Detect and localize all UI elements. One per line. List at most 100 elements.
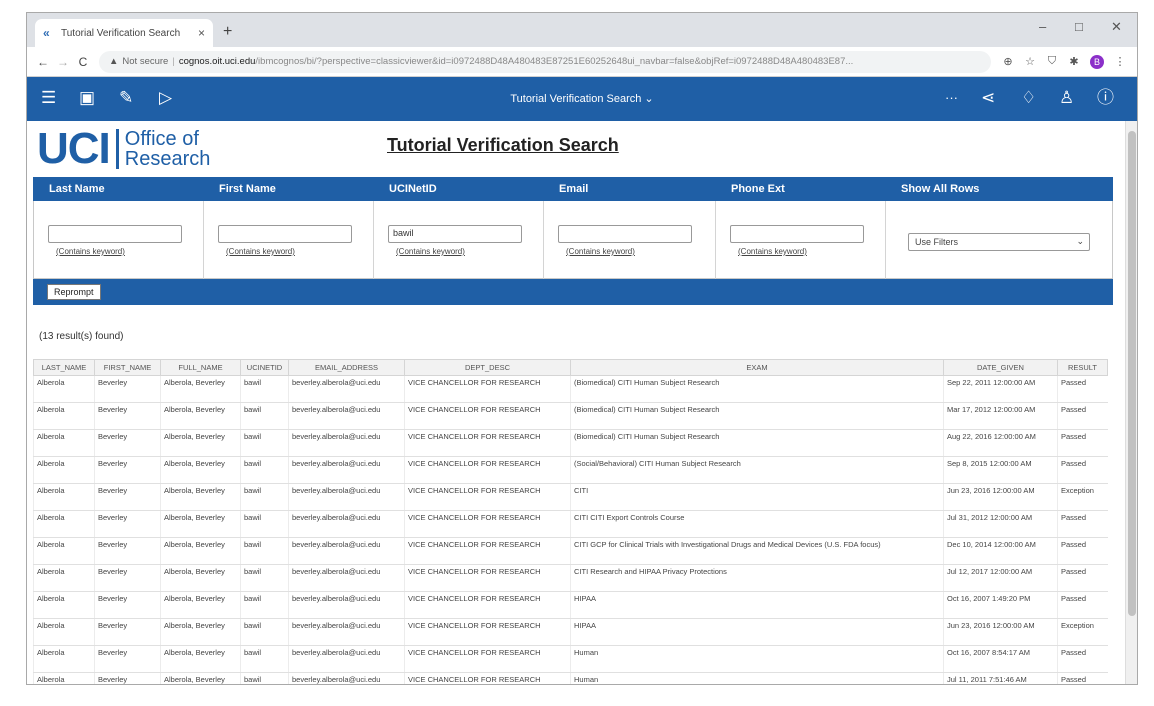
table-cell: Beverley	[94, 510, 161, 538]
browser-window: « Tutorial Verification Search × + – □ ✕…	[26, 12, 1138, 685]
table-cell: VICE CHANCELLOR FOR RESEARCH	[404, 564, 571, 592]
column-header: EXAM	[570, 359, 944, 376]
table-cell: bawil	[240, 483, 289, 511]
tab-close-icon[interactable]: ×	[198, 26, 205, 40]
table-cell: Alberola	[33, 510, 95, 538]
table-cell: Alberola	[33, 483, 95, 511]
restore-button[interactable]: □	[1075, 19, 1083, 34]
table-cell: Sep 22, 2011 12:00:00 AM	[943, 375, 1058, 403]
back-icon[interactable]: ←	[33, 55, 53, 69]
table-cell: Jul 31, 2012 12:00:00 AM	[943, 510, 1058, 538]
filter-cell-last-name: (Contains keyword)	[34, 201, 204, 279]
phone-ext-input[interactable]	[730, 225, 864, 243]
cognos-favicon-icon: «	[43, 26, 50, 40]
logo-line2: Research	[124, 148, 211, 170]
table-cell: Passed	[1057, 591, 1108, 619]
logo-line1: Office of	[124, 128, 199, 150]
table-cell: VICE CHANCELLOR FOR RESEARCH	[404, 537, 571, 565]
last-name-input[interactable]	[48, 225, 182, 243]
table-cell: bawil	[240, 672, 289, 684]
address-bar[interactable]: ▲ Not secure | cognos.oit.uci.edu /ibmco…	[99, 50, 991, 73]
table-cell: beverley.alberola@uci.edu	[288, 564, 405, 592]
help-icon[interactable]: ⓘ	[1097, 88, 1114, 108]
notifications-bell-icon[interactable]: ♢	[1021, 88, 1036, 108]
table-row: Alberola Beverley Alberola, Beverley bawil b…	[33, 510, 1108, 538]
share-icon[interactable]: ⋖	[981, 88, 995, 108]
table-row: Alberola Beverley Alberola, Beverley bawil b…	[33, 483, 1108, 511]
column-header: DEPT_DESC	[404, 359, 571, 376]
table-cell: Dec 10, 2014 12:00:00 AM	[943, 537, 1058, 565]
bookmark-star-icon[interactable]: ☆	[1019, 55, 1041, 68]
profile-avatar[interactable]: B	[1090, 54, 1104, 69]
table-cell: beverley.alberola@uci.edu	[288, 537, 405, 565]
table-cell: Passed	[1057, 375, 1108, 403]
table-cell: Jun 23, 2016 12:00:00 AM	[943, 618, 1058, 646]
warning-icon: ▲	[109, 56, 119, 67]
extensions-puzzle-icon[interactable]: ✱	[1063, 55, 1085, 68]
table-cell: Beverley	[94, 456, 161, 484]
filter-header-email: Email	[559, 183, 589, 195]
report-title-dropdown[interactable]: Tutorial Verification Search ⌄	[27, 92, 1137, 105]
table-cell: Alberola	[33, 645, 95, 673]
browser-tab[interactable]: « Tutorial Verification Search ×	[35, 19, 213, 47]
filter-header-last-name: Last Name	[49, 183, 105, 195]
ucinetid-input[interactable]: bawil	[388, 225, 522, 243]
table-cell: Alberola	[33, 564, 95, 592]
show-all-rows-value: Use Filters	[915, 237, 959, 247]
table-cell: Alberola	[33, 402, 95, 430]
table-cell: beverley.alberola@uci.edu	[288, 483, 405, 511]
column-header: UCINETID	[240, 359, 289, 376]
browser-menu-icon[interactable]: ⋮	[1109, 55, 1131, 68]
table-cell: Human	[570, 645, 944, 673]
page-title: Tutorial Verification Search	[387, 135, 619, 155]
zoom-icon[interactable]: ⊕	[997, 55, 1019, 68]
table-cell: VICE CHANCELLOR FOR RESEARCH	[404, 429, 571, 457]
url-host: cognos.oit.uci.edu	[178, 56, 256, 67]
table-cell: beverley.alberola@uci.edu	[288, 591, 405, 619]
user-profile-icon[interactable]: ♙	[1059, 88, 1074, 108]
table-cell: VICE CHANCELLOR FOR RESEARCH	[404, 591, 571, 619]
tab-title: Tutorial Verification Search	[61, 27, 181, 39]
new-tab-button[interactable]: +	[223, 23, 232, 41]
table-cell: Alberola	[33, 375, 95, 403]
table-cell: (Biomedical) CITI Human Subject Research	[570, 429, 944, 457]
table-cell: Alberola, Beverley	[160, 618, 241, 646]
table-cell: Beverley	[94, 618, 161, 646]
table-body: Alberola Beverley Alberola, Beverley bawil b…	[33, 375, 1108, 684]
reload-icon[interactable]: C	[73, 55, 93, 69]
table-cell: Oct 16, 2007 1:49:20 PM	[943, 591, 1058, 619]
filter-cell-show-all-rows: Use Filters ⌄	[886, 201, 1112, 279]
table-cell: Alberola, Beverley	[160, 537, 241, 565]
table-cell: Beverley	[94, 591, 161, 619]
table-cell: CITI Research and HIPAA Privacy Protecti…	[570, 564, 944, 592]
scrollbar-thumb[interactable]	[1128, 131, 1136, 616]
table-cell: Alberola, Beverley	[160, 402, 241, 430]
table-cell: Alberola, Beverley	[160, 510, 241, 538]
chevron-down-icon: ⌄	[1076, 236, 1084, 246]
table-cell: bawil	[240, 375, 289, 403]
show-all-rows-select[interactable]: Use Filters ⌄	[908, 233, 1090, 251]
reprompt-button[interactable]: Reprompt	[47, 284, 101, 300]
filter-cell-email: (Contains keyword)	[544, 201, 716, 279]
table-cell: Beverley	[94, 564, 161, 592]
table-row: Alberola Beverley Alberola, Beverley bawil b…	[33, 402, 1108, 430]
vertical-scrollbar[interactable]	[1125, 121, 1137, 684]
filter-header-bar: Last Name First Name UCINetID Email Phon…	[33, 177, 1113, 201]
table-cell: VICE CHANCELLOR FOR RESEARCH	[404, 510, 571, 538]
first-name-input[interactable]	[218, 225, 352, 243]
table-cell: Alberola	[33, 618, 95, 646]
table-cell: VICE CHANCELLOR FOR RESEARCH	[404, 375, 571, 403]
minimize-button[interactable]: –	[1039, 19, 1046, 34]
table-cell: Passed	[1057, 645, 1108, 673]
table-cell: Human	[570, 672, 944, 684]
close-window-button[interactable]: ✕	[1111, 19, 1122, 35]
table-cell: Exception	[1057, 483, 1108, 511]
table-row: Alberola Beverley Alberola, Beverley bawil b…	[33, 564, 1108, 592]
more-options-icon[interactable]: ···	[945, 88, 958, 108]
email-input[interactable]	[558, 225, 692, 243]
table-cell: bawil	[240, 456, 289, 484]
filter-header-phone-ext: Phone Ext	[731, 183, 785, 195]
results-table: LAST_NAME FIRST_NAME FULL_NAME UCINETID …	[33, 359, 1108, 684]
shield-extension-icon[interactable]: ⛉	[1041, 55, 1063, 68]
forward-icon[interactable]: →	[53, 55, 73, 69]
